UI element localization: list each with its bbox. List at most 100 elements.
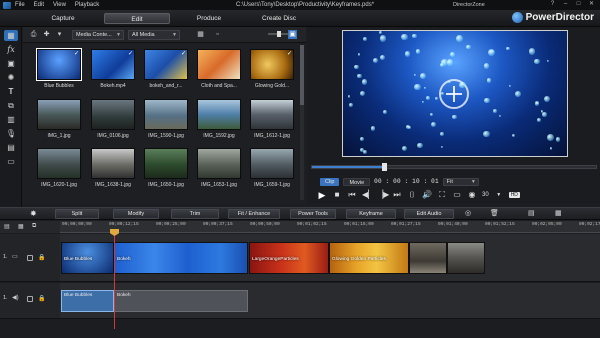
menu-file[interactable]: File — [15, 2, 25, 8]
media-thumbnail[interactable]: ✓ — [144, 49, 188, 80]
snap-icon[interactable]: ⧉ — [32, 223, 36, 230]
scrollbar-thumb[interactable] — [300, 45, 304, 105]
timeline-playhead[interactable] — [114, 229, 115, 329]
video-clip-glowing-golden-particles[interactable]: Glowing Golden Particles — [329, 242, 409, 274]
fullscreen-icon[interactable]: ⛶ — [437, 190, 447, 200]
step-forward-icon[interactable]: ▕▶ — [377, 190, 389, 200]
snapshot-icon[interactable]: ⌷ — [407, 190, 417, 200]
hd-badge[interactable]: HD — [508, 191, 520, 198]
video-clip-large-orange-particles[interactable]: LargeOrangeParticles — [249, 242, 329, 274]
minimize-button[interactable]: – — [561, 1, 570, 8]
3d-mode-icon[interactable]: ◉ — [467, 190, 477, 200]
video-clip-photo-1[interactable] — [409, 242, 447, 274]
title-room-icon[interactable]: T — [4, 86, 18, 97]
modify-button[interactable]: Modify — [113, 209, 159, 219]
media-thumbnail[interactable] — [37, 99, 81, 130]
transition-room-icon[interactable]: ⧉ — [4, 100, 18, 111]
timeline-ruler[interactable]: 00;00;00;00 00;00;12;15 00;00;25;00 00;00;3… — [60, 221, 600, 233]
help-icon[interactable]: ? — [548, 1, 557, 8]
media-thumbnail[interactable] — [144, 148, 188, 179]
lock-icon[interactable]: 🔒 — [38, 295, 45, 302]
media-thumbnail[interactable] — [91, 148, 135, 179]
enable-track-checkbox[interactable] — [27, 296, 33, 302]
audio-clip-blue-bubbles[interactable]: Blue Bubbles — [61, 290, 114, 312]
audio-clip-bokeh[interactable]: Bokeh — [114, 290, 248, 312]
chapter-room-icon[interactable]: ▤ — [4, 142, 18, 153]
menu-playback[interactable]: Playback — [75, 2, 99, 8]
tab-edit[interactable]: Edit — [104, 13, 170, 24]
small-thumb-icon[interactable]: ▫ — [213, 30, 222, 39]
clip-mode-button[interactable]: Clip — [320, 177, 340, 186]
content-filter-dropdown[interactable]: Media Conte... ▼ — [72, 29, 124, 40]
3d-icon[interactable]: ◎ — [465, 209, 471, 217]
import-media-icon[interactable]: ⎙ — [29, 30, 38, 39]
fit-dropdown[interactable]: Fit ▼ — [442, 177, 479, 186]
step-back-icon[interactable]: ◀▏ — [362, 190, 374, 200]
library-menu-icon[interactable]: ▾ — [55, 30, 64, 39]
directorzone-link[interactable]: DirectorZone — [453, 2, 485, 8]
media-thumbnail[interactable]: ✓ — [250, 49, 294, 80]
edit-audio-button[interactable]: Edit Audio — [404, 209, 454, 219]
voiceover-icon[interactable]: 🎙 — [4, 128, 18, 139]
media-thumbnail[interactable] — [250, 99, 294, 130]
pip-room-icon[interactable]: ▣ — [4, 58, 18, 69]
plugins-icon[interactable]: ✚ — [42, 30, 51, 39]
timecode-display[interactable]: 00 : 00 : 10 : 01 — [374, 178, 439, 185]
fx-room-icon[interactable]: fx — [4, 44, 18, 55]
close-button[interactable]: ✕ — [587, 1, 596, 8]
storyboard-icon[interactable]: ▤ — [528, 209, 535, 217]
media-thumbnail[interactable] — [37, 148, 81, 179]
volume-icon[interactable]: 🔊 — [422, 190, 432, 200]
seekbar-handle[interactable] — [382, 163, 387, 171]
tab-capture[interactable]: Capture — [40, 13, 86, 24]
next-frame-icon[interactable]: ⏭ — [392, 190, 402, 200]
power-tools-button[interactable]: Power Tools — [290, 209, 336, 219]
slider-knob[interactable] — [277, 31, 281, 37]
trash-icon[interactable]: 🗑 — [490, 209, 499, 217]
video-clip-blue-bubbles[interactable]: Blue Bubbles — [61, 242, 114, 274]
media-thumbnail[interactable] — [197, 99, 241, 130]
tab-create-disc[interactable]: Create Disc — [252, 13, 306, 24]
play-icon[interactable]: ▶ — [317, 190, 327, 200]
fit-enhance-button[interactable]: Fit / Enhance — [228, 209, 280, 219]
media-thumbnail[interactable] — [197, 49, 241, 80]
trim-button[interactable]: Trim — [171, 209, 219, 219]
keyframe-button[interactable]: Keyframe — [346, 209, 396, 219]
grid-view-icon[interactable]: ▦ — [196, 30, 205, 39]
enable-track-checkbox[interactable] — [27, 255, 33, 261]
media-filter-dropdown[interactable]: All Media ▼ — [128, 29, 180, 40]
more-icon[interactable]: ▦ — [555, 209, 562, 217]
movie-mode-button[interactable]: Movie — [343, 177, 371, 186]
preview-seekbar[interactable] — [311, 163, 597, 171]
media-thumbnail[interactable] — [250, 148, 294, 179]
preview-window[interactable] — [342, 30, 568, 157]
audio-mixing-icon[interactable]: ▥ — [4, 114, 18, 125]
media-thumbnail[interactable] — [91, 99, 135, 130]
video-clip-bokeh[interactable]: Bokeh — [114, 242, 248, 274]
stop-icon[interactable]: ■ — [332, 190, 342, 200]
maximize-button[interactable]: □ — [574, 1, 583, 8]
film-icon: ▭ — [12, 254, 18, 260]
lock-icon[interactable]: 🔒 — [38, 254, 45, 261]
track-manager-icon[interactable]: ▤ — [4, 223, 10, 230]
dual-monitor-icon[interactable]: ▭ — [452, 190, 462, 200]
media-room-icon[interactable]: ▦ — [4, 30, 18, 41]
media-thumbnail[interactable] — [197, 148, 241, 179]
split-button[interactable]: Split — [55, 209, 99, 219]
large-thumb-icon[interactable]: ▣ — [288, 30, 297, 39]
menu-view[interactable]: View — [53, 2, 66, 8]
chevron-down-icon[interactable]: ▼ — [494, 190, 504, 200]
tab-produce[interactable]: Produce — [186, 13, 232, 24]
menu-edit[interactable]: Edit — [34, 2, 44, 8]
media-thumbnail[interactable]: ✓ — [36, 48, 82, 81]
video-clip-photo-2[interactable] — [447, 242, 485, 274]
particle-room-icon[interactable]: ✺ — [4, 72, 18, 83]
tools-gear-icon[interactable]: ✸ — [30, 209, 37, 218]
library-scrollbar[interactable] — [300, 45, 304, 200]
media-thumbnail[interactable] — [144, 99, 188, 130]
fps-value[interactable]: 30 — [482, 192, 489, 198]
markers-icon[interactable]: ▦ — [18, 223, 24, 230]
subtitle-room-icon[interactable]: ▭ — [4, 156, 18, 167]
previous-frame-icon[interactable]: ⏮ — [347, 190, 357, 200]
media-thumbnail[interactable]: ✓ — [91, 49, 135, 80]
